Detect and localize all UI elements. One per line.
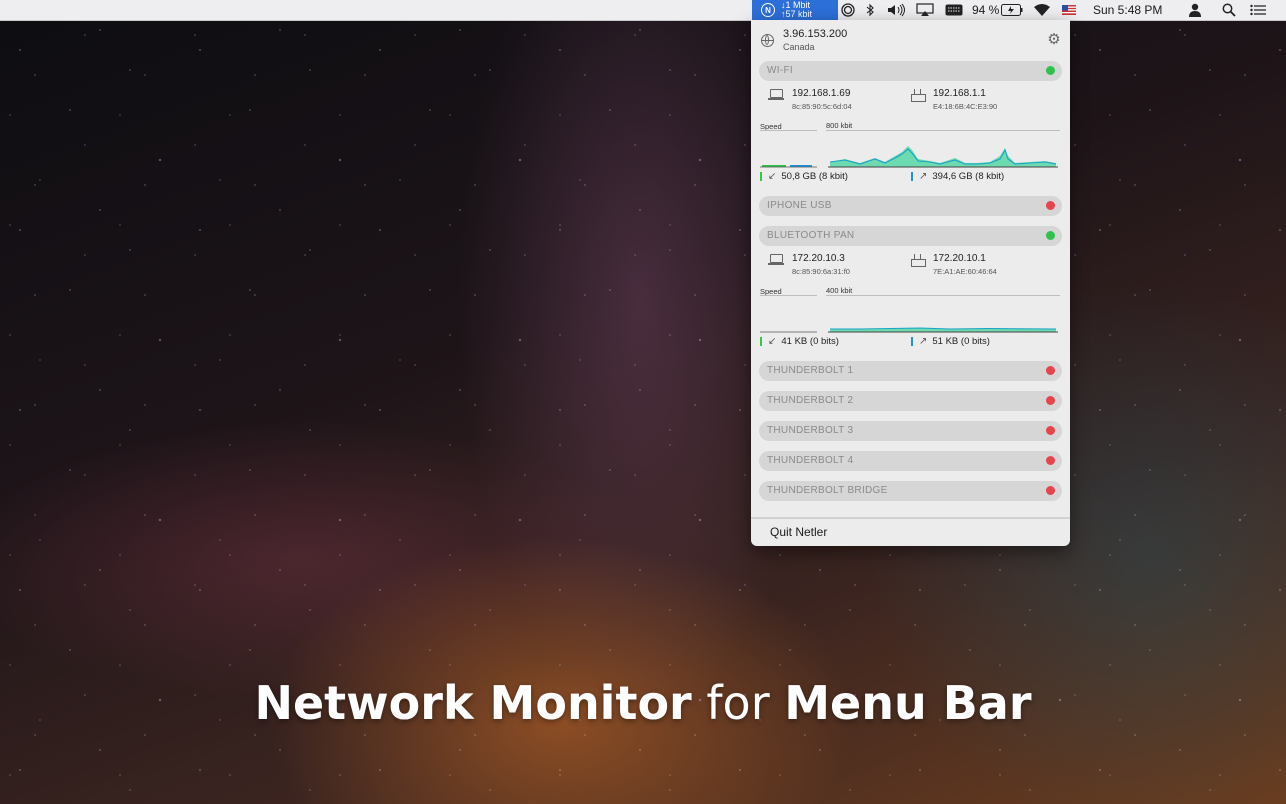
router-ip: 172.20.10.1 <box>933 253 986 264</box>
interface-name: THUNDERBOLT 3 <box>767 425 854 436</box>
router-mac: 7E:A1:AE:60:46:64 <box>933 267 997 276</box>
battery-icon[interactable] <box>1001 0 1023 20</box>
interface-header-thunderbolt-bridge[interactable]: THUNDERBOLT BRIDGE <box>759 481 1062 501</box>
interface-name: THUNDERBOLT 4 <box>767 455 854 466</box>
wifi-download: ↙ 50,8 GB (8 kbit) <box>760 171 848 182</box>
upload-color-bar <box>911 337 913 346</box>
status-connected-dot <box>1046 66 1055 75</box>
speed-scale: 800 kbit <box>826 121 853 130</box>
interface-name: THUNDERBOLT 1 <box>767 365 854 376</box>
clock[interactable]: Sun 5:48 PM <box>1093 0 1162 20</box>
speed-scale-line <box>826 295 1060 296</box>
netler-rates: ↓1 Mbit ↑57 kbit <box>781 1 812 19</box>
airplay-icon[interactable] <box>916 0 934 20</box>
interface-header-wifi[interactable]: WI-FI <box>759 61 1062 81</box>
gear-icon[interactable]: ⚙ <box>1047 32 1061 47</box>
interface-name: IPHONE USB <box>767 200 832 211</box>
flag-icon[interactable] <box>1062 0 1076 20</box>
download-color-bar <box>760 337 762 346</box>
bluetooth-download: ↙ 41 KB (0 bits) <box>760 336 839 347</box>
wifi-icon[interactable] <box>1033 0 1051 20</box>
router-mac: E4:18:6B:4C:E3:90 <box>933 102 998 111</box>
download-total: 50,8 GB (8 kbit) <box>781 171 848 182</box>
interface-header-iphone-usb[interactable]: IPHONE USB <box>759 196 1062 216</box>
list-icon[interactable] <box>1250 0 1266 20</box>
interface-name: THUNDERBOLT BRIDGE <box>767 485 888 496</box>
interface-header-thunderbolt-2[interactable]: THUNDERBOLT 2 <box>759 391 1062 411</box>
upload-arrow-icon: ↗ <box>919 336 928 347</box>
router-icon <box>911 89 926 102</box>
router-ip: 192.168.1.1 <box>933 88 986 99</box>
local-ip: 172.20.10.3 <box>792 253 845 264</box>
status-disconnected-dot <box>1046 366 1055 375</box>
interface-header-thunderbolt-1[interactable]: THUNDERBOLT 1 <box>759 361 1062 381</box>
interface-name: THUNDERBOLT 2 <box>767 395 854 406</box>
laptop-icon <box>768 89 784 100</box>
interface-header-bluetooth-pan[interactable]: BLUETOOTH PAN <box>759 226 1062 246</box>
headline-part-2: for <box>706 676 770 730</box>
status-disconnected-dot <box>1046 201 1055 210</box>
wifi-router-device: 192.168.1.1 E4:18:6B:4C:E3:90 <box>933 88 997 111</box>
upload-arrow-icon: ↗ <box>919 171 928 182</box>
quit-netler-menu-item[interactable]: Quit Netler <box>770 525 827 539</box>
status-disconnected-dot <box>1046 456 1055 465</box>
bluetooth-upload: ↗ 51 KB (0 bits) <box>911 336 990 347</box>
volume-icon[interactable] <box>887 0 907 20</box>
speed-divider <box>760 130 817 131</box>
headline-part-1: Network Monitor <box>254 676 692 730</box>
router-icon <box>911 254 926 267</box>
local-mac: 8c:85:90:6a:31:f0 <box>792 267 850 276</box>
status-disconnected-dot <box>1046 486 1055 495</box>
bluetooth-icon[interactable] <box>866 0 875 20</box>
status-disconnected-dot <box>1046 426 1055 435</box>
wifi-speed-graph <box>760 146 1058 168</box>
bluetooth-local-device: 172.20.10.3 8c:85:90:6a:31:f0 <box>792 253 850 276</box>
local-mac: 8c:85:90:5c:6d:04 <box>792 102 852 111</box>
bluetooth-router-device: 172.20.10.1 7E:A1:AE:60:46:64 <box>933 253 997 276</box>
search-icon[interactable] <box>1222 0 1236 20</box>
interface-header-thunderbolt-3[interactable]: THUNDERBOLT 3 <box>759 421 1062 441</box>
menu-bar: N ↓1 Mbit ↑57 kbit 94 % Sun 5:48 PM <box>0 0 1286 21</box>
status-disconnected-dot <box>1046 396 1055 405</box>
screen-record-icon[interactable] <box>841 0 855 20</box>
download-arrow-icon: ↙ <box>768 336 777 347</box>
upload-total: 51 KB (0 bits) <box>932 336 990 347</box>
upload-total: 394,6 GB (8 kbit) <box>932 171 1005 182</box>
interface-name: BLUETOOTH PAN <box>767 230 855 241</box>
headline-part-3: Menu Bar <box>784 676 1032 730</box>
speed-scale-line <box>826 130 1060 131</box>
globe-icon <box>761 34 774 47</box>
speed-divider <box>760 295 817 296</box>
local-ip: 192.168.1.69 <box>792 88 851 99</box>
user-icon[interactable] <box>1188 0 1202 20</box>
laptop-icon <box>768 254 784 265</box>
netler-menu-item[interactable]: N ↓1 Mbit ↑57 kbit <box>752 0 838 20</box>
netler-upload-rate: ↑57 kbit <box>781 9 813 19</box>
public-ip-country: Canada <box>783 42 815 52</box>
upload-color-bar <box>911 172 913 181</box>
download-total: 41 KB (0 bits) <box>781 336 839 347</box>
menu-divider <box>751 517 1070 519</box>
interface-name: WI-FI <box>767 65 793 76</box>
battery-percent[interactable]: 94 % <box>972 0 999 20</box>
public-ip: 3.96.153.200 <box>783 28 848 40</box>
interface-header-thunderbolt-4[interactable]: THUNDERBOLT 4 <box>759 451 1062 471</box>
status-connected-dot <box>1046 231 1055 240</box>
public-ip-section: 3.96.153.200 Canada ⚙ <box>751 20 1070 60</box>
netler-icon: N <box>761 3 775 17</box>
keyboard-icon[interactable] <box>945 0 963 20</box>
wifi-local-device: 192.168.1.69 8c:85:90:5c:6d:04 <box>792 88 852 111</box>
speed-scale: 400 kbit <box>826 286 853 295</box>
download-color-bar <box>760 172 762 181</box>
netler-dropdown-panel: 3.96.153.200 Canada ⚙ WI-FI 192.168.1.69… <box>751 20 1070 546</box>
download-arrow-icon: ↙ <box>768 171 777 182</box>
wifi-upload: ↗ 394,6 GB (8 kbit) <box>911 171 1004 182</box>
promo-headline: Network Monitor for Menu Bar <box>0 676 1286 730</box>
bluetooth-speed-graph <box>760 327 1058 333</box>
